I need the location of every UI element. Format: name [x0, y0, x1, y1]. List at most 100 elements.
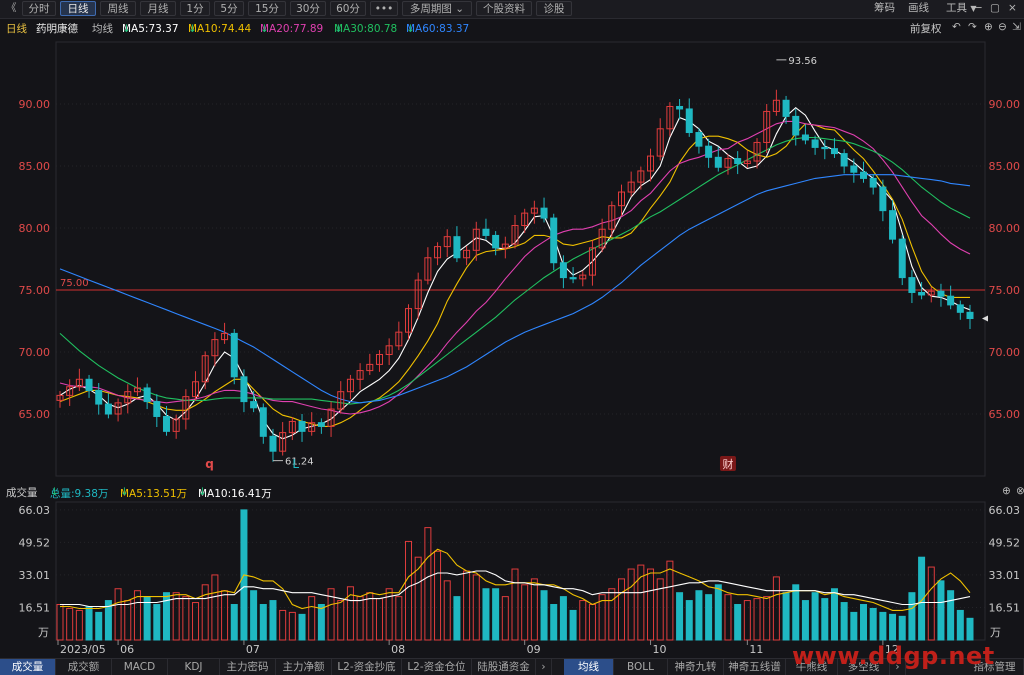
plot-border [55, 41, 986, 477]
tab-weekly[interactable]: 周线 [100, 1, 136, 16]
volume-bar [269, 600, 277, 641]
volume-tick-left: 49.52 [19, 536, 51, 549]
reference-line-label: 75.00 [60, 278, 89, 289]
month-label: 07 [246, 643, 260, 656]
ma-lines [59, 106, 971, 440]
volume-bar [230, 604, 238, 641]
volume-bar [172, 592, 180, 641]
volume-bar [434, 550, 442, 641]
tab-kdj[interactable]: KDJ [168, 659, 220, 675]
tab-15min[interactable]: 15分 [248, 1, 286, 16]
close-panel-icon[interactable]: ⊗ [1016, 485, 1024, 497]
candle-body [482, 228, 490, 236]
volume-bar [608, 588, 616, 641]
volume-bar [501, 596, 509, 641]
volume-bar [898, 615, 906, 641]
back-icon[interactable]: 《 [6, 1, 17, 16]
tab-fenshi[interactable]: 分时 [22, 1, 56, 16]
undo-icon[interactable]: ↶ [952, 21, 961, 33]
avg-line-label[interactable]: 均线 [92, 21, 113, 36]
scroll-right-icon[interactable]: › [536, 659, 552, 675]
draw-line-button[interactable]: 画线 [908, 1, 929, 16]
tab-l2-position[interactable]: L2-资金仓位 [402, 659, 472, 675]
tab-main-code[interactable]: 主力密码 [220, 659, 276, 675]
maximize-icon[interactable]: ▢ [990, 1, 1000, 16]
tab-hk-connect[interactable]: 陆股通资金 [472, 659, 536, 675]
candle-body [734, 158, 742, 165]
tab-daily[interactable]: 日线 [60, 1, 96, 16]
ma20-line [59, 120, 971, 415]
tab-volume[interactable]: 成交量 [0, 659, 56, 675]
candle-body [705, 145, 713, 158]
candle-body [559, 262, 567, 279]
volume-bar [395, 596, 403, 641]
candle-body [104, 403, 112, 415]
price-chart[interactable]: 75.00 90.00 90.00 85.00 85.00 80.00 80.00 75.0… [0, 36, 1024, 506]
volume-bar [588, 604, 596, 641]
tab-30min[interactable]: 30分 [290, 1, 326, 16]
tab-l2-bottom[interactable]: L2-资金抄底 [332, 659, 402, 675]
volume-bar [772, 576, 780, 641]
volume-bar [66, 607, 74, 641]
candle-body [250, 401, 258, 409]
volume-bar [724, 594, 732, 641]
volume-bar [308, 596, 316, 641]
price-tick-right: 85.00 [989, 160, 1021, 173]
expand-icon[interactable]: ⇲ [1012, 21, 1021, 33]
candle-body [230, 332, 238, 378]
volume-bar [685, 600, 693, 641]
watermark: www.ddgp.net [792, 642, 995, 670]
volume-title: 成交量 [6, 487, 38, 499]
volume-ma5-text: MA5:13.51万 [120, 488, 188, 500]
minimize-icon[interactable]: − [974, 1, 983, 16]
month-label: 08 [391, 643, 405, 656]
diagnose-button[interactable]: 诊股 [536, 1, 572, 16]
tab-magic-five[interactable]: 神奇五线谱 [724, 659, 786, 675]
tab-turnover[interactable]: 成交额 [56, 659, 112, 675]
volume-bar [124, 600, 132, 641]
candle-body [676, 105, 684, 110]
more-icon[interactable]: ••• [370, 1, 398, 16]
volume-bar [617, 578, 625, 641]
candle-body [85, 378, 93, 391]
tab-monthly[interactable]: 月线 [140, 1, 176, 16]
chips-button[interactable]: 筹码 [874, 1, 895, 16]
zoom-out-icon[interactable]: ⊖ [998, 21, 1007, 33]
tab-boll[interactable]: BOLL [614, 659, 668, 675]
ma30-line [59, 136, 971, 405]
chevron-down-icon: ⌄ [455, 3, 465, 15]
volume-tick-right: 16.51 [989, 601, 1021, 614]
tab-main-net[interactable]: 主力净额 [276, 659, 332, 675]
tools-menu[interactable]: 工具 ▼ [946, 1, 977, 16]
tab-60min[interactable]: 60分 [330, 1, 366, 16]
volume-bar [85, 605, 93, 641]
tab-5min[interactable]: 5分 [214, 1, 244, 16]
volume-bar [792, 584, 800, 641]
volume-bar [259, 604, 267, 641]
redo-icon[interactable]: ↷ [968, 21, 977, 33]
volume-chart[interactable]: 66.03 66.03 49.52 49.52 33.01 33.01 16.51 16.51… [0, 500, 1024, 658]
candle-body [569, 277, 577, 280]
multi-period-dropdown[interactable]: 多周期图 ⌄ [402, 1, 472, 16]
volume-bar [317, 604, 325, 641]
tab-macd[interactable]: MACD [112, 659, 168, 675]
candle-body [453, 236, 461, 259]
add-indicator-icon[interactable]: ⊕ [1002, 485, 1011, 497]
candle-body [153, 401, 161, 417]
ma60-text: MA60:83.37 [406, 23, 470, 35]
candle-body [947, 295, 955, 306]
candle-body [860, 171, 868, 179]
zoom-in-icon[interactable]: ⊕ [984, 21, 993, 33]
candle-body [714, 156, 722, 168]
tab-magic-nine[interactable]: 神奇九转 [668, 659, 724, 675]
tab-1min[interactable]: 1分 [180, 1, 210, 16]
tab-ma[interactable]: 均线 [564, 659, 614, 675]
candle-body [782, 99, 790, 117]
stock-info-button[interactable]: 个股资料 [476, 1, 532, 16]
volume-bar [375, 598, 383, 641]
adjust-mode-button[interactable]: 前复权 [910, 21, 942, 36]
volume-bar [811, 592, 819, 641]
volume-bar [734, 604, 742, 641]
volume-grid [56, 509, 985, 608]
close-icon[interactable]: × [1008, 1, 1017, 16]
